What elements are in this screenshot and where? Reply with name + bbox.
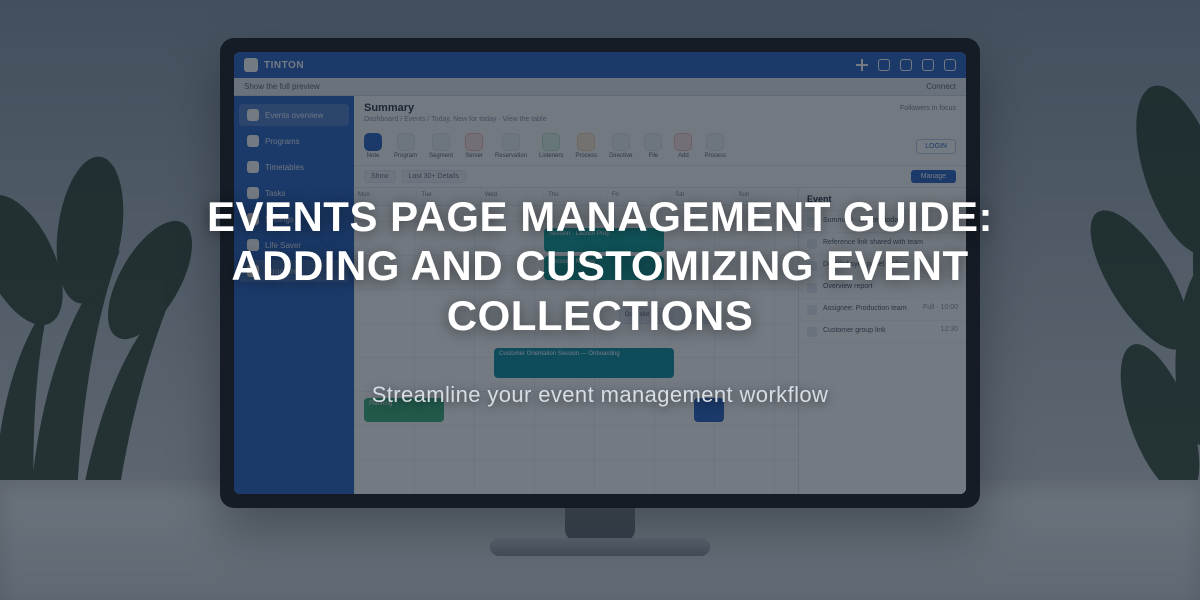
- hero-headline: EVENTS PAGE MANAGEMENT GUIDE: ADDING AND…: [120, 192, 1080, 341]
- hero-overlay: EVENTS PAGE MANAGEMENT GUIDE: ADDING AND…: [0, 0, 1200, 600]
- hero-subheadline: Streamline your event management workflo…: [372, 382, 829, 408]
